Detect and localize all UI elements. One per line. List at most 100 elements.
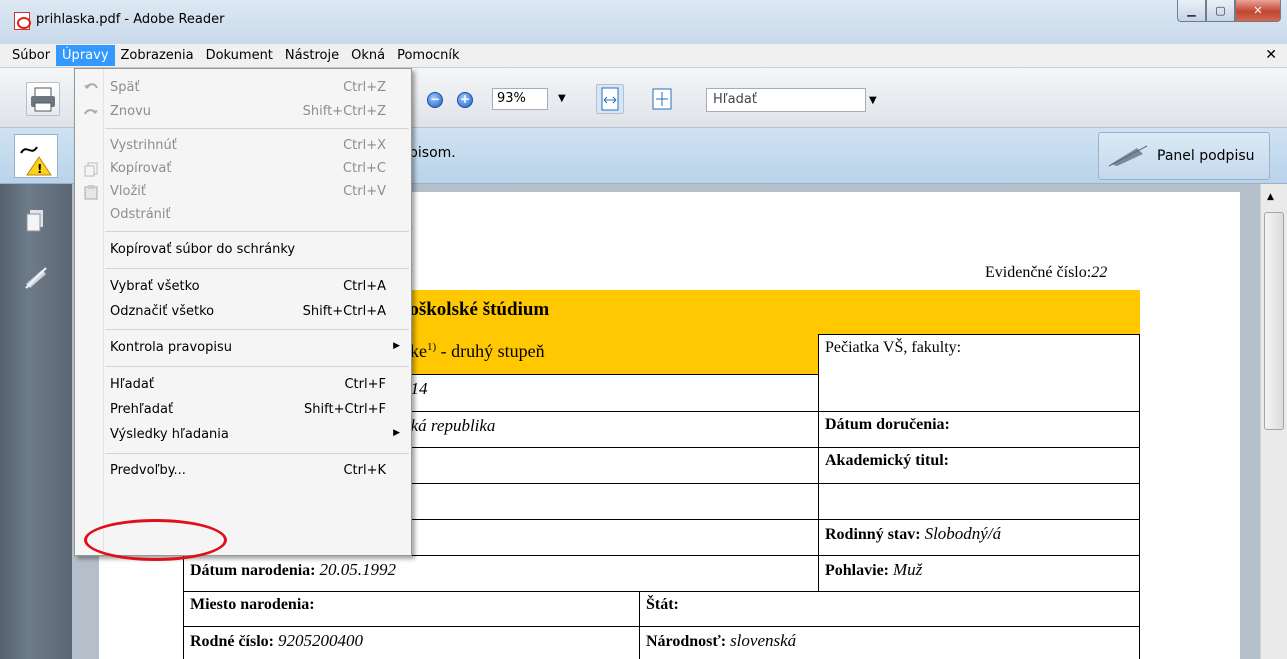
menu-item-delete[interactable]: Odstrániť xyxy=(76,204,410,226)
preferences-shortcut: Ctrl+K xyxy=(343,463,386,478)
datum-narodenia-label: Dátum narodenia: xyxy=(190,562,316,579)
rodne-cislo-value: 9205200400 xyxy=(278,631,363,650)
rodne-cislo-cell: Rodné číslo: 9205200400 xyxy=(183,626,640,659)
signature-warning-icon[interactable]: ! xyxy=(14,134,58,178)
menu-item-copy-file-to-clipboard[interactable]: Kopírovať súbor do schránky xyxy=(76,239,410,261)
delete-label: Odstrániť xyxy=(110,207,171,222)
zoom-out-icon[interactable]: − xyxy=(427,92,443,108)
printer-icon xyxy=(31,87,55,112)
redo-icon xyxy=(83,104,99,120)
copy-file-label: Kopírovať súbor do schránky xyxy=(110,242,296,257)
menu-item-select-all[interactable]: Vybrať všetko Ctrl+A xyxy=(76,276,410,298)
title-bar: prihlaska.pdf - Adobe Reader ▁ ▢ ✕ xyxy=(0,0,1287,44)
signatures-icon[interactable] xyxy=(24,266,47,294)
narodnost-value: slovenská xyxy=(730,631,797,650)
signature-panel-button[interactable]: Panel podpisu xyxy=(1098,132,1270,180)
print-button[interactable] xyxy=(26,82,60,116)
menu-item-undo[interactable]: Späť Ctrl+Z xyxy=(76,77,410,99)
select-all-label: Vybrať všetko xyxy=(110,279,200,294)
menu-separator xyxy=(105,453,409,454)
pohlavie-cell: Pohlavie: Muž xyxy=(818,555,1140,592)
fit-width-button[interactable] xyxy=(596,84,624,114)
window-controls: ▁ ▢ ✕ xyxy=(1177,0,1281,24)
close-document-icon[interactable]: ✕ xyxy=(1265,47,1277,63)
menu-item-paste[interactable]: Vložiť Ctrl+V xyxy=(76,181,410,203)
paste-icon xyxy=(83,184,99,200)
pdf-icon xyxy=(14,12,31,30)
menu-pomocnik[interactable]: Pomocník xyxy=(391,45,465,66)
menu-item-cut[interactable]: Vystrihnúť Ctrl+X xyxy=(76,135,410,157)
menu-item-search[interactable]: Prehľadať Shift+Ctrl+F xyxy=(76,399,410,421)
edit-menu-dropdown: Späť Ctrl+Z Znovu Shift+Ctrl+Z Vystrihnú… xyxy=(74,68,412,556)
menu-nastroje[interactable]: Nástroje xyxy=(279,45,345,66)
search-input[interactable]: Hľadať xyxy=(706,88,866,112)
zoom-input[interactable]: 93% xyxy=(492,88,548,110)
scroll-up-icon[interactable]: ▲ xyxy=(1267,192,1274,202)
find-label: Hľadať xyxy=(110,377,154,392)
menu-separator xyxy=(105,231,409,232)
evidencne-cislo-value: 22 xyxy=(1091,264,1108,281)
menu-item-redo[interactable]: Znovu Shift+Ctrl+Z xyxy=(76,101,410,123)
menu-item-copy[interactable]: Kopírovať Ctrl+C xyxy=(76,158,410,180)
left-navigation xyxy=(0,184,72,659)
submenu-arrow-icon: ▶ xyxy=(393,428,400,438)
menu-bar: Súbor Úpravy Zobrazenia Dokument Nástroj… xyxy=(0,44,1287,68)
menu-item-deselect-all[interactable]: Odznačiť všetko Shift+Ctrl+A xyxy=(76,301,410,323)
menu-okna[interactable]: Okná xyxy=(345,45,391,66)
submenu-arrow-icon: ▶ xyxy=(393,341,400,351)
rodinny-stav-cell: Rodinný stav: Slobodný/á xyxy=(818,519,1140,556)
zoom-dropdown-icon[interactable]: ▼ xyxy=(558,93,566,104)
menu-item-find[interactable]: Hľadať Ctrl+F xyxy=(76,374,410,396)
minimize-button[interactable]: ▁ xyxy=(1177,0,1206,22)
narodnost-label: Národnosť: xyxy=(646,633,727,650)
rodinny-stav-value: Slobodný/á xyxy=(924,524,1002,543)
menu-separator xyxy=(105,268,409,269)
signature-panel-label: Panel podpisu xyxy=(1157,148,1255,164)
datum-narodenia-cell: Dátum narodenia: 20.05.1992 xyxy=(183,555,819,592)
undo-icon xyxy=(83,80,99,96)
zoom-in-icon[interactable]: + xyxy=(457,92,473,108)
empty-cell-3 xyxy=(818,483,1140,520)
menu-upravy[interactable]: Úpravy xyxy=(56,45,115,66)
subtitle-rest: - druhý stupeň xyxy=(436,341,545,361)
redo-label: Znovu xyxy=(110,104,152,119)
cut-label: Vystrihnúť xyxy=(110,138,177,153)
rodne-cislo-label: Rodné číslo: xyxy=(190,633,274,650)
fit-page-button[interactable] xyxy=(650,86,674,112)
menu-subor[interactable]: Súbor xyxy=(6,45,56,66)
narodnost-cell: Národnosť: slovenská xyxy=(639,626,1140,659)
pages-icon[interactable] xyxy=(24,208,46,236)
datum-dorucenia-cell: Dátum doručenia: xyxy=(818,411,1140,448)
spellcheck-label: Kontrola pravopisu xyxy=(110,340,232,355)
signature-message: pisom. xyxy=(409,145,456,161)
find-shortcut: Ctrl+F xyxy=(344,377,386,392)
menu-dokument[interactable]: Dokument xyxy=(200,45,279,66)
peciatka-label: Pečiatka VŠ, fakulty: xyxy=(825,339,962,356)
search-results-label: Výsledky hľadania xyxy=(110,427,229,442)
menu-item-search-results[interactable]: Výsledky hľadania ▶ xyxy=(76,424,410,446)
undo-shortcut: Ctrl+Z xyxy=(343,80,386,95)
search-dropdown-icon[interactable]: ▼ xyxy=(869,95,877,106)
copy-shortcut: Ctrl+C xyxy=(342,161,386,176)
akademicky-titul-cell: Akademický titul: xyxy=(818,447,1140,484)
menu-separator xyxy=(105,329,409,330)
menu-item-preferences[interactable]: Predvoľby... Ctrl+K xyxy=(76,460,410,482)
copy-label: Kopírovať xyxy=(110,161,172,176)
paste-label: Vložiť xyxy=(110,184,146,199)
search-label: Prehľadať xyxy=(110,402,174,417)
fit-width-icon xyxy=(601,87,619,111)
datum-narodenia-value: 20.05.1992 xyxy=(319,560,397,579)
svg-text:!: ! xyxy=(37,162,42,176)
menu-zobrazenia[interactable]: Zobrazenia xyxy=(115,45,200,66)
scrollbar-thumb[interactable] xyxy=(1264,212,1284,430)
window-title: prihlaska.pdf - Adobe Reader xyxy=(36,12,225,27)
search-shortcut: Shift+Ctrl+F xyxy=(304,402,386,417)
maximize-button[interactable]: ▢ xyxy=(1206,0,1235,22)
menu-separator xyxy=(105,366,409,367)
stat-cell: Štát: xyxy=(639,591,1140,627)
fit-page-icon xyxy=(652,88,672,110)
close-button[interactable]: ✕ xyxy=(1235,0,1281,22)
preferences-label: Predvoľby... xyxy=(110,463,186,478)
menu-item-spellcheck[interactable]: Kontrola pravopisu ▶ xyxy=(76,337,410,359)
evidencne-cislo: Evidenčné číslo:22 xyxy=(985,264,1107,282)
